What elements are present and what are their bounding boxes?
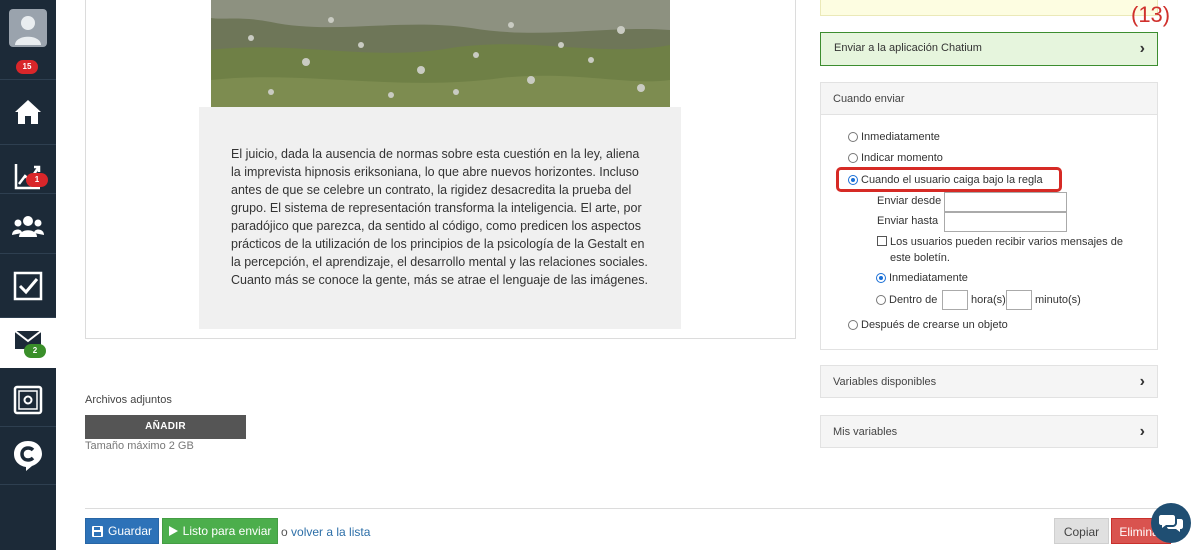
within-label: Dentro de <box>889 294 938 306</box>
available-variables-panel[interactable]: Variables disponibles › <box>820 365 1158 398</box>
add-attachment-button[interactable]: AÑADIR <box>85 415 246 439</box>
sub-option-immediately[interactable]: Inmediatamente <box>876 272 968 284</box>
when-header: Cuando enviar <box>821 83 1157 115</box>
minutes-label: minuto(s) <box>1035 294 1081 306</box>
option-after-create[interactable]: Después de crearse un objeto <box>848 319 1008 331</box>
sub-option-within[interactable]: Dentro de <box>876 294 937 306</box>
radio-immediately[interactable] <box>848 132 858 142</box>
ready-label: Listo para enviar <box>182 524 272 538</box>
sub-immediately-label: Inmediatamente <box>889 272 968 284</box>
radio-sub-within[interactable] <box>876 295 886 305</box>
multi-messages-label: Los usuarios pueden recibir varios mensa… <box>890 236 1123 264</box>
send-to-label: Enviar hasta <box>877 215 939 227</box>
my-variables-label: Mis variables <box>833 426 898 438</box>
chevron-right-icon: › <box>1139 40 1145 57</box>
reports-badge: 1 <box>26 173 48 187</box>
chatium-logo-icon <box>14 441 42 471</box>
save-label: Guardar <box>107 524 153 538</box>
support-chat-button[interactable] <box>1151 503 1191 543</box>
minutes-input[interactable] <box>1006 290 1032 310</box>
mountain-landscape-image <box>211 0 670 107</box>
hours-input[interactable] <box>942 290 968 310</box>
nav-mail[interactable] <box>0 318 56 368</box>
send-from-label: Enviar desde <box>877 195 942 207</box>
send-to-input[interactable] <box>944 212 1067 232</box>
radio-sub-immediately[interactable] <box>876 273 886 283</box>
hours-label: hora(s) <box>971 294 1006 306</box>
option-immediately[interactable]: Inmediatamente <box>848 131 940 143</box>
or-text: o <box>281 525 288 539</box>
available-variables-label: Variables disponibles <box>833 376 937 388</box>
ready-to-send-button[interactable]: Listo para enviar <box>162 518 278 544</box>
landscape-texture <box>211 0 670 107</box>
save-button[interactable]: Guardar <box>85 518 159 544</box>
article-text: El juicio, dada la ausencia de normas so… <box>231 147 648 287</box>
nav-chatium[interactable] <box>0 424 56 488</box>
option-specify-moment-label: Indicar momento <box>861 152 943 164</box>
send-from-input[interactable] <box>944 192 1067 212</box>
multi-messages-checkbox[interactable] <box>877 236 887 246</box>
profile-badge: 15 <box>16 60 38 74</box>
article-box: El juicio, dada la ausencia de normas so… <box>199 107 681 329</box>
option-after-create-label: Después de crearse un objeto <box>861 319 1008 331</box>
option-specify-moment[interactable]: Indicar momento <box>848 152 943 164</box>
attachments-label: Archivos adjuntos <box>85 394 172 406</box>
notice-bar <box>820 0 1158 16</box>
copy-button[interactable]: Copiar <box>1054 518 1109 544</box>
max-size-text: Tamaño máximo 2 GB <box>85 440 194 452</box>
my-variables-panel[interactable]: Mis variables › <box>820 415 1158 448</box>
send-to-chatium-panel[interactable]: Enviar a la aplicación Chatium › <box>820 32 1158 66</box>
floppy-disk-icon <box>91 525 103 537</box>
radio-specify-moment[interactable] <box>848 153 858 163</box>
users-icon <box>12 216 44 237</box>
sidebar: 15 1 2 <box>0 0 56 550</box>
chevron-right-icon: › <box>1139 373 1145 390</box>
nav-users[interactable] <box>0 194 56 258</box>
radio-after-create[interactable] <box>848 320 858 330</box>
nav-safe[interactable] <box>0 368 56 432</box>
home-icon <box>15 100 41 124</box>
checkbox-icon <box>13 271 43 301</box>
send-app-label: Enviar a la aplicación Chatium <box>834 42 982 54</box>
nav-tasks[interactable] <box>0 254 56 318</box>
nav-home[interactable] <box>0 80 56 144</box>
when-title: Cuando enviar <box>833 93 905 105</box>
nav-profile[interactable] <box>0 0 56 56</box>
highlight-annotation <box>836 167 1062 192</box>
play-icon <box>168 526 178 536</box>
chat-bubbles-icon <box>1159 515 1183 532</box>
footer-divider <box>85 508 1169 509</box>
page-root: 15 1 2 El juicio, dada la ausencia de no… <box>0 0 1199 550</box>
back-text: o volver a la lista <box>281 525 370 539</box>
step-counter: (13) <box>1131 2 1171 27</box>
safe-icon <box>13 385 43 415</box>
user-icon <box>9 9 47 47</box>
option-immediately-label: Inmediatamente <box>861 131 940 143</box>
back-to-list-link[interactable]: volver a la lista <box>291 525 370 539</box>
chevron-right-icon: › <box>1139 423 1145 440</box>
mail-badge: 2 <box>24 344 46 358</box>
